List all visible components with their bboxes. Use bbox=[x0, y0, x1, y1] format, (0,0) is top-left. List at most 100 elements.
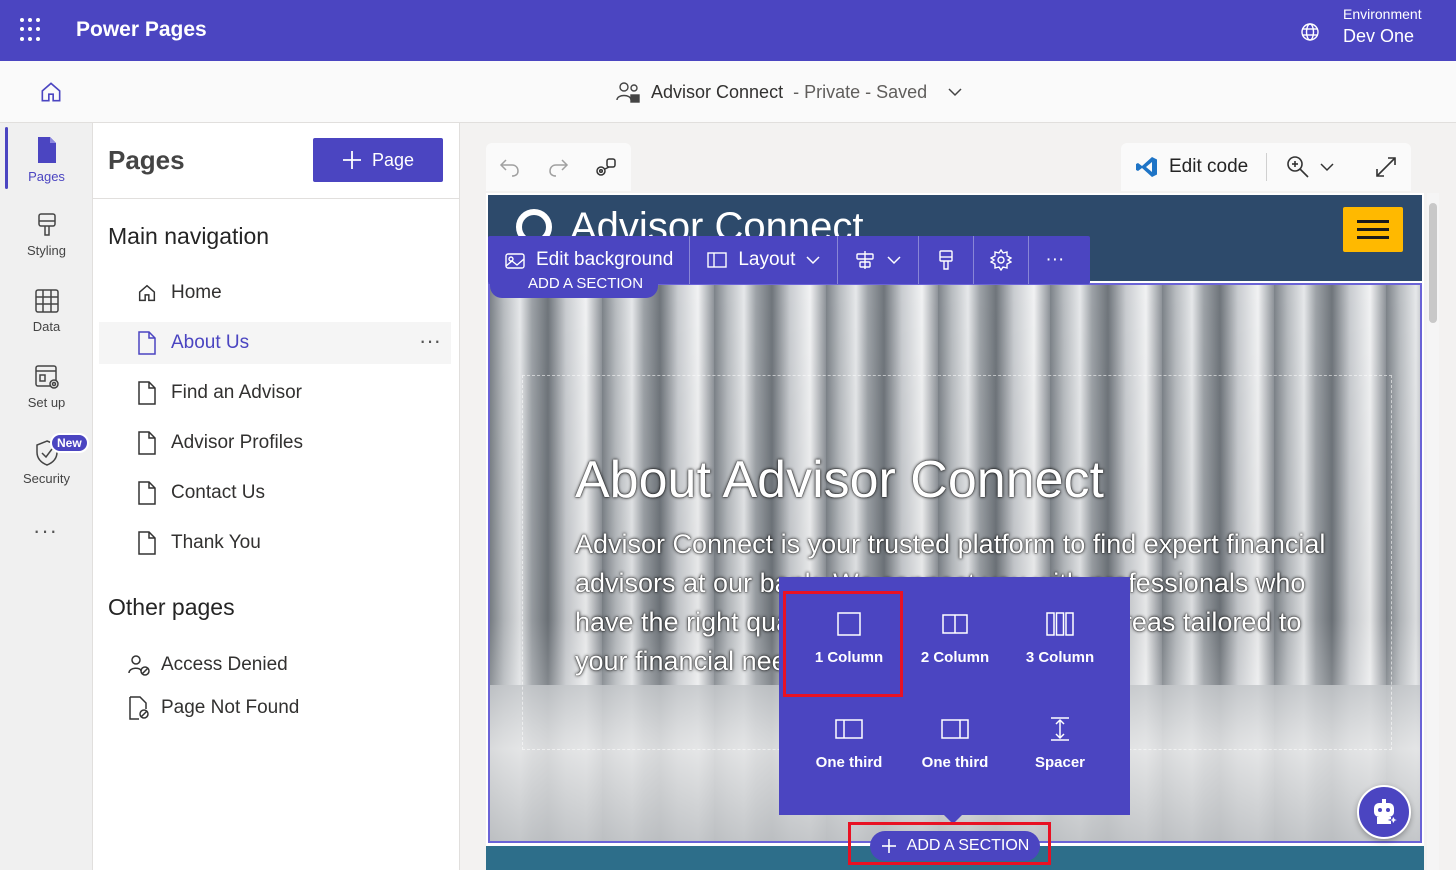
site-bar: Advisor Connect - Private - Saved bbox=[0, 61, 1456, 123]
scroll-thumb[interactable] bbox=[1429, 203, 1437, 323]
section-settings-button[interactable] bbox=[974, 236, 1030, 284]
nav-item-thank-you[interactable]: Thank You bbox=[99, 522, 451, 564]
expand-icon[interactable] bbox=[1375, 156, 1397, 178]
brush-icon bbox=[939, 250, 954, 270]
chevron-down-icon bbox=[806, 256, 820, 265]
nav-item-contact-us[interactable]: Contact Us bbox=[99, 472, 451, 514]
pages-panel: Pages Page Main navigation Home About Us… bbox=[93, 123, 460, 870]
page-icon bbox=[138, 381, 156, 405]
home-icon[interactable] bbox=[38, 79, 64, 105]
style-button[interactable] bbox=[919, 236, 975, 284]
other-item-page-not-found[interactable]: Page Not Found bbox=[99, 688, 451, 728]
environment-name[interactable]: Dev One bbox=[1343, 26, 1414, 47]
layout-option-one-third-left[interactable]: One third bbox=[793, 688, 905, 788]
page-error-icon bbox=[129, 696, 149, 720]
globe-icon[interactable] bbox=[1298, 20, 1322, 44]
zoom-icon[interactable] bbox=[1285, 154, 1311, 180]
nav-item-home[interactable]: Home bbox=[99, 272, 451, 314]
settings-link-icon[interactable] bbox=[594, 155, 618, 179]
nav-item-label: Contact Us bbox=[171, 482, 265, 503]
new-badge: New bbox=[50, 433, 89, 453]
pages-panel-title: Pages bbox=[108, 145, 185, 175]
edit-background-label: Edit background bbox=[536, 249, 674, 270]
layout-label: Layout bbox=[738, 249, 796, 270]
app-launcher-icon[interactable] bbox=[20, 18, 44, 42]
edit-background-button[interactable]: Edit background bbox=[488, 236, 691, 284]
alignment-button[interactable] bbox=[838, 236, 920, 284]
rail-label: Data bbox=[32, 319, 61, 334]
layout-option-label: One third bbox=[921, 754, 989, 771]
page-icon bbox=[138, 331, 156, 355]
layout-option-2-column[interactable]: 2 Column bbox=[899, 583, 1011, 683]
rail-item-styling[interactable]: Styling bbox=[5, 201, 88, 267]
environment-label: Environment bbox=[1343, 6, 1422, 22]
nav-item-advisor-profiles[interactable]: Advisor Profiles bbox=[99, 422, 451, 464]
layout-icon bbox=[707, 252, 728, 268]
one-third-left-icon bbox=[835, 719, 863, 739]
nav-item-about-us[interactable]: About Us ··· bbox=[99, 322, 451, 364]
chevron-down-icon bbox=[887, 256, 901, 265]
layout-option-one-third-right[interactable]: One third bbox=[899, 688, 1011, 788]
highlight-add-section bbox=[848, 822, 1051, 865]
divider bbox=[93, 198, 459, 199]
other-pages-heading: Other pages bbox=[108, 594, 235, 620]
nav-item-label: Advisor Profiles bbox=[171, 432, 303, 453]
site-users-icon bbox=[616, 82, 640, 103]
gear-icon bbox=[990, 249, 1013, 271]
page-icon bbox=[138, 481, 156, 505]
canvas-scrollbar[interactable] bbox=[1427, 193, 1439, 870]
other-item-access-denied[interactable]: Access Denied bbox=[99, 645, 451, 685]
nav-item-label: Find an Advisor bbox=[171, 382, 302, 403]
hamburger-menu-icon[interactable] bbox=[1343, 207, 1403, 252]
rail-label: Set up bbox=[27, 395, 66, 410]
align-icon bbox=[856, 251, 875, 269]
rail-more-button[interactable]: ··· bbox=[33, 518, 58, 544]
rail-label: Pages bbox=[28, 169, 65, 184]
person-lock-icon bbox=[128, 655, 150, 676]
highlight-1-column bbox=[783, 591, 903, 697]
vscode-icon bbox=[1136, 157, 1157, 177]
add-section-top-button[interactable]: ADD A SECTION bbox=[490, 278, 658, 298]
app-title: Power Pages bbox=[76, 18, 207, 41]
rail-item-security[interactable]: New Security bbox=[5, 429, 89, 495]
page-more-options-button[interactable]: ··· bbox=[419, 328, 441, 354]
rail-item-data[interactable]: Data bbox=[5, 277, 88, 343]
section-more-button[interactable]: ··· bbox=[1029, 236, 1080, 284]
other-item-label: Access Denied bbox=[161, 654, 288, 675]
table-icon bbox=[34, 289, 59, 313]
nav-item-find-an-advisor[interactable]: Find an Advisor bbox=[99, 372, 451, 414]
home-icon bbox=[138, 284, 156, 302]
rail-label: Security bbox=[23, 471, 70, 486]
one-third-right-icon bbox=[941, 719, 969, 739]
edit-code-label: Edit code bbox=[1169, 156, 1249, 177]
site-name: Advisor Connect bbox=[651, 81, 784, 102]
chevron-down-icon[interactable] bbox=[1319, 159, 1335, 175]
add-page-button[interactable]: Page bbox=[313, 138, 443, 182]
hero-title[interactable]: About Advisor Connect bbox=[575, 450, 1104, 510]
rail-item-setup[interactable]: Set up bbox=[5, 353, 88, 419]
layout-option-spacer[interactable]: Spacer bbox=[1004, 688, 1116, 788]
undo-icon[interactable] bbox=[498, 155, 522, 179]
three-column-icon bbox=[1046, 612, 1074, 636]
rail-label: Styling bbox=[26, 243, 67, 258]
spacer-icon bbox=[1051, 717, 1069, 741]
copilot-button[interactable] bbox=[1357, 785, 1411, 839]
section-toolbar: Edit background Layout ··· bbox=[488, 236, 1090, 284]
plus-icon bbox=[342, 151, 361, 169]
layout-button[interactable]: Layout bbox=[690, 236, 839, 284]
edit-code-button[interactable]: Edit code bbox=[1135, 155, 1248, 179]
site-selector[interactable]: Advisor Connect - Private - Saved bbox=[615, 79, 963, 105]
rail-item-pages[interactable]: Pages bbox=[5, 125, 88, 191]
setup-icon bbox=[34, 365, 59, 389]
left-rail: Pages Styling Data Set up New Security ·… bbox=[0, 123, 93, 870]
redo-icon[interactable] bbox=[546, 155, 570, 179]
site-status: - Private - Saved bbox=[793, 81, 928, 102]
page-icon bbox=[37, 137, 56, 163]
two-column-icon bbox=[942, 614, 968, 634]
layout-option-3-column[interactable]: 3 Column bbox=[1004, 583, 1116, 683]
canvas-toolbar bbox=[486, 143, 631, 191]
top-bar: Power Pages Environment Dev One bbox=[0, 0, 1456, 61]
chevron-down-icon[interactable] bbox=[947, 84, 963, 100]
background-icon bbox=[505, 253, 525, 269]
right-toolbar: Edit code bbox=[1121, 143, 1411, 191]
